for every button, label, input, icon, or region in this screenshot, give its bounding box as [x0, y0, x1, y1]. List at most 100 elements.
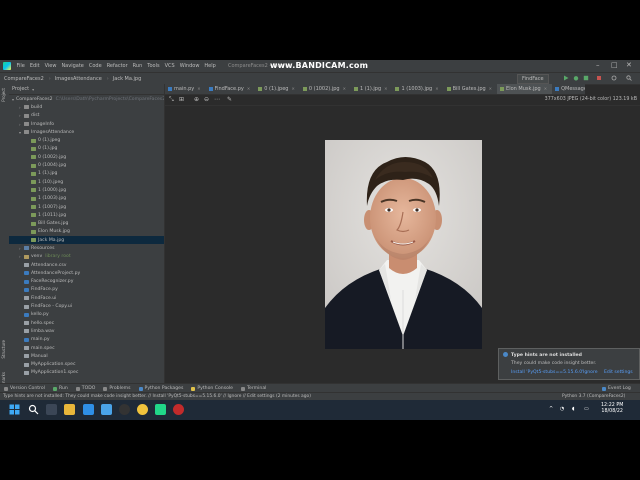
- tree-file[interactable]: FindFace - Copy.ui: [9, 302, 164, 310]
- mail-icon[interactable]: [101, 404, 112, 415]
- menu-navigate[interactable]: Navigate: [59, 63, 86, 69]
- close-tab-icon[interactable]: ✕: [544, 84, 547, 94]
- actual-size-icon[interactable]: ⊞: [179, 96, 184, 103]
- tree-folder[interactable]: ▾ ImagesAttendance: [9, 128, 164, 136]
- close-tab-icon[interactable]: ✕: [384, 84, 387, 94]
- windows-start-icon[interactable]: [9, 404, 20, 415]
- editor-tab[interactable]: 0 (1).jpeg ✕: [255, 84, 300, 94]
- coverage-icon[interactable]: [583, 75, 589, 81]
- tree-folder[interactable]: › build: [9, 103, 164, 111]
- close-tab-icon[interactable]: ✕: [291, 84, 294, 94]
- bandicam-taskbar-icon[interactable]: [173, 404, 184, 415]
- grid-icon[interactable]: ⋯: [214, 96, 220, 103]
- color-picker-icon[interactable]: ✎: [227, 96, 232, 103]
- menu-run[interactable]: Run: [130, 63, 145, 69]
- tree-folder[interactable]: ▾ CompareFaces2 C:\Users\Dath\PycharmProje…: [9, 95, 164, 103]
- menu-edit[interactable]: Edit: [27, 63, 42, 69]
- editor-tab[interactable]: main.py ✕: [165, 84, 206, 94]
- tree-file[interactable]: Bill Gates.jpg: [9, 219, 164, 227]
- tree-file[interactable]: FindFace.ui: [9, 294, 164, 302]
- chevron-down-icon[interactable]: ▾: [12, 97, 14, 102]
- ignore-link[interactable]: Ignore: [583, 370, 598, 375]
- status-message[interactable]: Type hints are not installed: They could…: [3, 394, 311, 399]
- install-stubs-link[interactable]: Install 'PyQt5-stubs==5.15.6.0': [511, 370, 583, 375]
- tray-chevron-icon[interactable]: ^: [549, 406, 553, 412]
- python-packages-tab[interactable]: Python Packages: [135, 386, 188, 391]
- tree-file[interactable]: 0 (1004).jpg: [9, 161, 164, 169]
- close-tab-icon[interactable]: ✕: [435, 84, 438, 94]
- run-tab[interactable]: Run: [49, 386, 72, 391]
- python-console-tab[interactable]: Python Console: [187, 386, 237, 391]
- breadcrumb-file[interactable]: Jack Ma.jpg: [109, 76, 146, 82]
- close-tab-icon[interactable]: ✕: [343, 84, 346, 94]
- close-tab-icon[interactable]: ✕: [489, 84, 492, 94]
- stop-icon[interactable]: [596, 75, 602, 81]
- volume-icon[interactable]: ◖: [572, 406, 575, 412]
- menu-window[interactable]: Window: [177, 63, 202, 69]
- menu-refactor[interactable]: Refactor: [104, 63, 130, 69]
- wifi-icon[interactable]: ◔: [560, 406, 564, 412]
- search-icon[interactable]: [28, 404, 39, 415]
- zoom-out-icon[interactable]: ⊖: [204, 96, 209, 103]
- terminal-tab[interactable]: Terminal: [237, 386, 270, 391]
- breadcrumb-folder[interactable]: ImagesAttendance: [51, 76, 107, 82]
- editor-tab[interactable]: Bill Gates.jpg ✕: [444, 84, 497, 94]
- maximize-icon[interactable]: □: [611, 61, 618, 69]
- battery-icon[interactable]: ▭: [584, 406, 589, 412]
- menu-vcs[interactable]: VCS: [162, 63, 177, 69]
- tree-file[interactable]: 1 (10).jpeg: [9, 178, 164, 186]
- tree-file[interactable]: FindFace.py: [9, 286, 164, 294]
- tree-folder[interactable]: › venv library root: [9, 253, 164, 261]
- structure-tool-button[interactable]: Structure: [1, 340, 6, 359]
- chrome-icon[interactable]: [137, 404, 148, 415]
- tree-file[interactable]: kello.py: [9, 311, 164, 319]
- event-log-tab[interactable]: Event Log: [598, 386, 635, 391]
- tree-file[interactable]: 1 (1003).jpg: [9, 195, 164, 203]
- tree-file[interactable]: 0 (1).jpg: [9, 145, 164, 153]
- tree-file[interactable]: FaceRecognizer.py: [9, 278, 164, 286]
- todo-tab[interactable]: TODO: [72, 386, 100, 391]
- tree-file[interactable]: Elon Musk.jpg: [9, 228, 164, 236]
- project-tool-button[interactable]: Project: [1, 88, 6, 102]
- tree-file[interactable]: 1 (1).jpg: [9, 170, 164, 178]
- tree-file[interactable]: main.py: [9, 336, 164, 344]
- edit-settings-link[interactable]: Edit settings: [604, 370, 633, 375]
- task-view-icon[interactable]: [46, 404, 57, 415]
- tree-file[interactable]: MyApplication.spec: [9, 361, 164, 369]
- fit-to-window-icon[interactable]: ⤡: [169, 96, 174, 104]
- file-explorer-icon[interactable]: [64, 404, 75, 415]
- tree-file[interactable]: main.spec: [9, 344, 164, 352]
- tree-folder[interactable]: › Resources: [9, 244, 164, 252]
- tree-file[interactable]: 1 (1011).jpg: [9, 211, 164, 219]
- taskbar-clock[interactable]: 12:22 PM 18/08/22: [601, 403, 623, 415]
- menu-code[interactable]: Code: [86, 63, 104, 69]
- editor-tab[interactable]: FindFace.py ✕: [206, 84, 256, 94]
- pycharm-taskbar-icon[interactable]: [155, 404, 166, 415]
- menu-view[interactable]: View: [42, 63, 59, 69]
- python-interpreter[interactable]: Python 3.7 (CompareFaces2): [562, 394, 625, 399]
- tree-folder[interactable]: › dist: [9, 112, 164, 120]
- close-tab-icon[interactable]: ✕: [197, 84, 200, 94]
- menu-help[interactable]: Help: [202, 63, 218, 69]
- project-panel-title[interactable]: Project: [12, 86, 29, 92]
- breadcrumb-project[interactable]: CompareFaces2: [0, 76, 49, 82]
- tree-file[interactable]: hello.spec: [9, 319, 164, 327]
- tree-file[interactable]: MyApplication1.spec: [9, 369, 164, 377]
- tree-folder[interactable]: › ImageInfo: [9, 120, 164, 128]
- tree-file[interactable]: Manual: [9, 352, 164, 360]
- tree-file[interactable]: 1 (1000).jpg: [9, 186, 164, 194]
- tree-file[interactable]: AttendanceProject.py: [9, 269, 164, 277]
- problems-tab[interactable]: Problems: [99, 386, 134, 391]
- run-icon[interactable]: [563, 75, 569, 81]
- tree-file[interactable]: limba.wav: [9, 327, 164, 335]
- search-everywhere-icon[interactable]: [626, 75, 632, 81]
- tree-file[interactable]: 0 (1002).jpg: [9, 153, 164, 161]
- tree-file[interactable]: Jack Ma.jpg: [9, 236, 164, 245]
- editor-tab[interactable]: 1 (1003).jpg ✕: [392, 84, 443, 94]
- version-control-tab[interactable]: Version Control: [0, 386, 49, 391]
- media-app-icon[interactable]: [119, 404, 130, 415]
- editor-tab[interactable]: Elon Musk.jpg ✕: [497, 84, 553, 94]
- close-icon[interactable]: ✕: [626, 61, 632, 69]
- editor-tab[interactable]: 1 (1).jpg ✕: [351, 84, 393, 94]
- tree-file[interactable]: 0 (1).jpeg: [9, 136, 164, 144]
